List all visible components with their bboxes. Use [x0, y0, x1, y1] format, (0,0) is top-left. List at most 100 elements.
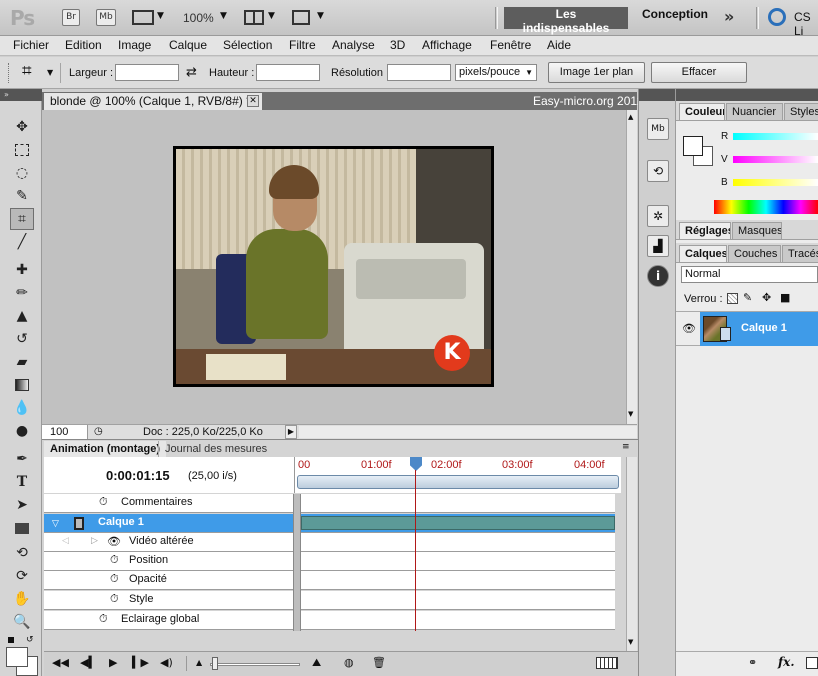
height-input[interactable]	[256, 64, 320, 81]
film-icon[interactable]	[132, 10, 154, 25]
tab-color[interactable]: Couleur	[679, 103, 725, 120]
blur-tool-icon[interactable]: 💧	[10, 397, 34, 419]
layer-duration-bar[interactable]	[301, 516, 615, 530]
next-keyframe-icon[interactable]: ▷	[91, 535, 98, 546]
current-timecode[interactable]: 0:00:01:15	[106, 468, 170, 483]
mini-bridge-button[interactable]: Mb	[96, 9, 116, 26]
healing-brush-tool-icon[interactable]: ✚	[10, 259, 34, 281]
default-colors-icon[interactable]	[8, 637, 14, 643]
document-image[interactable]: K	[173, 146, 494, 387]
stopwatch-icon[interactable]: ⏱	[99, 613, 108, 626]
grip-handle[interactable]	[8, 63, 12, 83]
width-input[interactable]	[115, 64, 179, 81]
menu-fichier[interactable]: Fichier	[13, 38, 49, 52]
audio-icon[interactable]: ◀)	[160, 656, 173, 669]
stopwatch-icon[interactable]: ⏱	[110, 554, 119, 567]
track-row-comments[interactable]: ⏱ Commentaires	[44, 494, 615, 513]
clear-button[interactable]: Effacer	[651, 62, 747, 83]
panel-menu-icon[interactable]: ≡	[622, 442, 630, 452]
marquee-tool-icon[interactable]	[10, 139, 34, 161]
canvas-area[interactable]: K	[42, 110, 626, 424]
tab-measurement-log[interactable]: Journal des mesures	[158, 441, 273, 457]
stopwatch-icon[interactable]: ⏱	[99, 496, 108, 509]
blue-slider[interactable]	[733, 179, 818, 186]
menu-aide[interactable]: Aide	[547, 38, 571, 52]
scroll-down-icon[interactable]: ▼	[628, 638, 633, 646]
eraser-tool-icon[interactable]: ▰	[10, 351, 34, 373]
lock-transparency-icon[interactable]	[727, 293, 738, 304]
eye-icon[interactable]: 👁	[107, 535, 121, 548]
workspace-essentials-button[interactable]: Les indispensables	[504, 7, 628, 35]
tab-animation-timeline[interactable]: Animation (montage)	[44, 441, 166, 457]
more-workspaces-icon[interactable]: »	[724, 7, 734, 26]
bridge-button[interactable]: Br	[62, 9, 80, 26]
strip-header[interactable]	[639, 89, 675, 101]
trash-icon[interactable]: 🗑	[372, 656, 386, 669]
status-menu-arrow-icon[interactable]: ▶	[285, 425, 297, 439]
arrange-docs-icon[interactable]	[244, 10, 264, 25]
prev-frame-icon[interactable]: ◀▍	[80, 656, 97, 669]
menu-analyse[interactable]: Analyse	[332, 38, 375, 52]
panel-dock-header[interactable]	[676, 89, 818, 101]
blend-mode-select[interactable]: Normal	[681, 266, 818, 283]
track-splitter[interactable]	[293, 494, 301, 631]
front-image-button[interactable]: Image 1er plan	[548, 62, 645, 83]
convert-to-frames-icon[interactable]	[596, 657, 618, 669]
screen-mode-icon[interactable]	[292, 10, 310, 25]
menu-filtre[interactable]: Filtre	[289, 38, 316, 52]
document-tab[interactable]: blonde @ 100% (Calque 1, RVB/8#) *	[44, 93, 262, 110]
menu-calque[interactable]: Calque	[169, 38, 207, 52]
scroll-up-icon[interactable]: ▲	[628, 113, 633, 121]
color-spectrum-ramp[interactable]	[714, 200, 818, 214]
menu-edition[interactable]: Edition	[65, 38, 102, 52]
first-frame-icon[interactable]: ◀◀	[52, 656, 69, 669]
menu-3d[interactable]: 3D	[390, 38, 405, 52]
work-area-bar[interactable]	[297, 475, 619, 489]
chevron-down-icon[interactable]: ▼	[157, 11, 164, 21]
next-frame-icon[interactable]: ▍▶	[132, 656, 149, 669]
pen-tool-icon[interactable]: ✒	[10, 448, 34, 470]
zoom-tool-icon[interactable]: 🔍	[10, 611, 34, 633]
menu-image[interactable]: Image	[118, 38, 151, 52]
track-row-position[interactable]: ⏱ Position	[44, 552, 615, 571]
tab-channels[interactable]: Couches	[728, 245, 781, 262]
info-panel-icon[interactable]: i	[647, 265, 669, 287]
history-panel-icon[interactable]: ⟲	[647, 160, 669, 182]
tab-adjustments[interactable]: Réglages	[679, 222, 731, 239]
stopwatch-icon[interactable]: ⏱	[110, 593, 119, 606]
zoom-level[interactable]: 100%	[183, 11, 214, 25]
track-row-style[interactable]: ⏱ Style	[44, 591, 615, 610]
horizontal-scrollbar[interactable]	[299, 426, 637, 438]
tab-paths[interactable]: Tracés	[782, 245, 818, 262]
zoom-out-timeline-icon[interactable]: ▲	[196, 658, 202, 667]
tab-masks[interactable]: Masques	[732, 222, 782, 239]
menu-selection[interactable]: Sélection	[223, 38, 272, 52]
zoom-in-timeline-icon[interactable]: ⛰	[312, 656, 321, 670]
timeline-zoom-slider[interactable]	[210, 663, 300, 666]
layer-row-selected[interactable]: Calque 1	[700, 312, 818, 346]
layer-row[interactable]: 👁 Calque 1	[676, 311, 818, 346]
histogram-panel-icon[interactable]: ▟	[647, 235, 669, 257]
history-brush-tool-icon[interactable]: ↺	[10, 328, 34, 350]
swap-colors-icon[interactable]: ↺	[26, 635, 34, 645]
playhead-handle-icon[interactable]	[410, 457, 422, 471]
foreground-color-swatch[interactable]	[6, 647, 28, 667]
zoom-dropdown-icon[interactable]: ▼	[220, 11, 227, 21]
add-mask-icon[interactable]	[806, 657, 818, 669]
green-slider[interactable]	[733, 156, 818, 163]
status-info-icon[interactable]: ◷	[94, 426, 103, 437]
lock-all-icon[interactable]: ■	[780, 291, 790, 304]
lock-position-icon[interactable]: ✥	[762, 291, 771, 304]
quick-selection-tool-icon[interactable]: ✎	[10, 185, 34, 207]
hand-tool-icon[interactable]: ✋	[10, 588, 34, 610]
shape-tool-icon[interactable]	[10, 517, 34, 539]
move-tool-icon[interactable]: ✥	[10, 116, 34, 138]
mini-bridge-panel-icon[interactable]: Mb	[647, 118, 669, 140]
crop-tool-icon[interactable]: ⌗	[10, 208, 34, 230]
scroll-down-icon[interactable]: ▼	[628, 410, 633, 418]
chevron-down-icon[interactable]: ▼	[268, 11, 275, 21]
resolution-input[interactable]	[387, 64, 451, 81]
zoom-field[interactable]: 100 %	[42, 425, 88, 450]
stopwatch-icon[interactable]: ⏱	[110, 573, 119, 586]
3d-rotate-tool-icon[interactable]: ⟲	[10, 542, 34, 564]
